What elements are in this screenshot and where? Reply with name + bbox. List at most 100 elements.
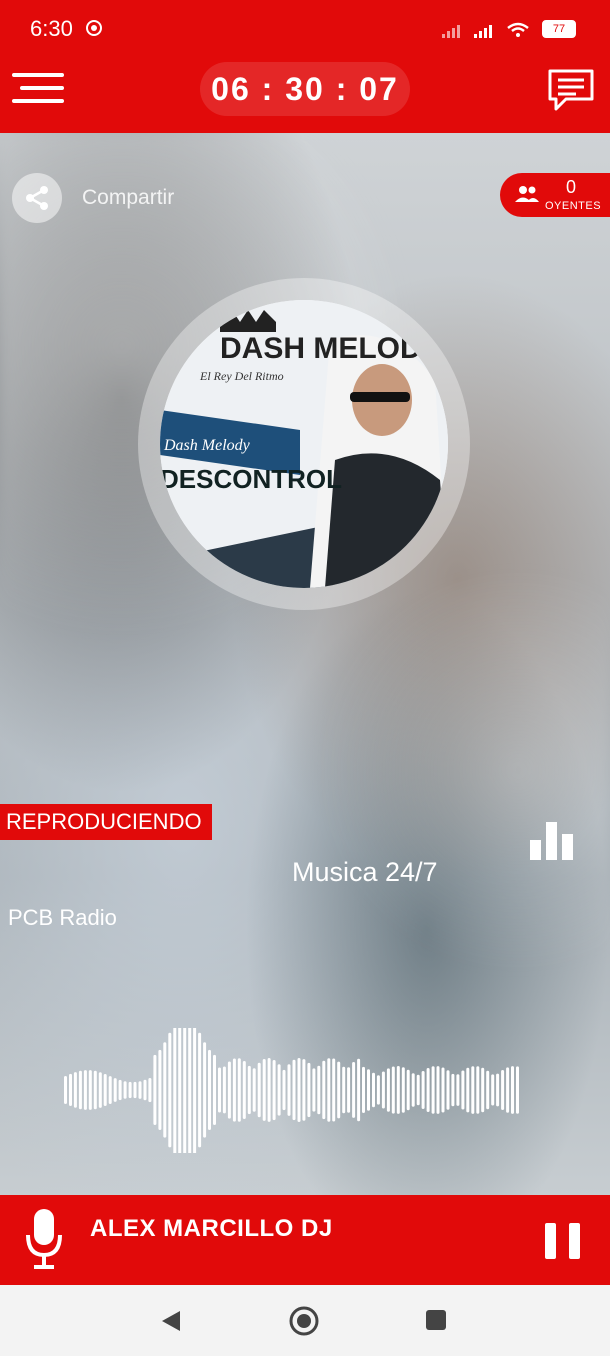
people-icon <box>515 186 539 202</box>
visualizer-bar <box>69 1073 72 1106</box>
visualizer-bar <box>302 1059 306 1121</box>
visualizer-bar <box>381 1071 385 1109</box>
visualizer-bar <box>113 1078 117 1102</box>
visualizer-bar <box>88 1070 92 1110</box>
album-title-text: DESCONTROL <box>160 464 342 494</box>
share-label: Compartir <box>82 186 175 209</box>
visualizer-bar <box>372 1072 375 1108</box>
visualizer-bar <box>98 1072 102 1108</box>
audio-visualizer <box>64 1028 519 1153</box>
album-tagline: El Rey Del Ritmo <box>199 369 284 383</box>
station-name: PCB Radio <box>8 905 117 930</box>
visualizer-bar <box>501 1070 505 1110</box>
back-icon[interactable] <box>160 1309 182 1333</box>
visualizer-bar <box>183 1028 187 1153</box>
visualizer-bar <box>213 1054 216 1125</box>
system-navigation-bar <box>0 1285 610 1356</box>
visualizer-bar <box>168 1032 172 1148</box>
dj-name: ALEX MARCILLO DJ <box>90 1215 333 1242</box>
visualizer-bar <box>406 1069 410 1111</box>
visualizer-bar <box>203 1042 207 1138</box>
visualizer-bar <box>411 1073 415 1107</box>
visualizer-bar <box>431 1066 435 1114</box>
share-button[interactable]: Compartir <box>12 173 174 223</box>
song-title: Musica 24/7 <box>292 857 438 887</box>
visualizer-bar <box>83 1070 87 1110</box>
visualizer-bar <box>486 1070 490 1110</box>
signal-icon <box>474 25 492 38</box>
visualizer-bar <box>133 1081 137 1099</box>
visualizer-bar <box>317 1065 321 1115</box>
visualizer-bar <box>103 1074 107 1106</box>
visualizer-bar <box>163 1042 167 1138</box>
visualizer-bar <box>456 1074 460 1106</box>
visualizer-bar <box>297 1058 301 1122</box>
visualizer-bar <box>426 1068 430 1112</box>
wifi-icon <box>507 22 529 37</box>
visualizer-bar <box>148 1078 152 1103</box>
visualizer-bar <box>178 1028 182 1153</box>
visualizer-bar <box>222 1066 226 1114</box>
visualizer-bar <box>421 1071 425 1109</box>
status-time: 6:30 <box>30 16 73 41</box>
visualizer-bar <box>496 1073 500 1107</box>
visualizer-bar <box>322 1060 326 1120</box>
visualizer-bar <box>232 1058 236 1122</box>
visualizer-bar <box>173 1028 177 1153</box>
visualizer-bar <box>441 1067 445 1113</box>
visualizer-bar <box>118 1079 122 1101</box>
visualizer-bar <box>337 1061 341 1119</box>
visualizer-bar <box>73 1072 77 1108</box>
visualizer-bar <box>332 1058 336 1122</box>
home-icon[interactable] <box>288 1305 320 1337</box>
visualizer-bar <box>401 1067 405 1113</box>
visualizer-bar <box>64 1076 67 1104</box>
visualizer-bar <box>446 1070 450 1110</box>
visualizer-bar <box>342 1066 346 1114</box>
visualizer-bar <box>198 1032 202 1148</box>
visualizer-bar <box>138 1081 142 1099</box>
album-artist-text: Dash Melody <box>163 437 251 454</box>
listeners-badge: 0 OYENTES <box>500 173 610 217</box>
visualizer-bar <box>376 1075 380 1105</box>
visualizer-bar <box>242 1061 246 1119</box>
album-art: DASH MELODY El Rey Del Ritmo Dash Melody… <box>160 300 448 588</box>
signal-icon <box>442 25 460 38</box>
visualizer-bar <box>123 1081 127 1099</box>
visualizer-bar <box>208 1049 211 1130</box>
equalizer-icon[interactable] <box>530 822 574 860</box>
player-bar: ALEX MARCILLO DJ <box>0 1195 610 1285</box>
visualizer-bar <box>461 1070 465 1110</box>
visualizer-bar <box>143 1079 147 1101</box>
visualizer-bar <box>352 1062 356 1118</box>
visualizer-bar <box>247 1065 251 1115</box>
visualizer-bar <box>391 1066 395 1114</box>
visualizer-bar <box>78 1070 82 1110</box>
chat-icon[interactable] <box>546 67 596 113</box>
visualizer-bar <box>227 1061 231 1119</box>
visualizer-bar <box>277 1064 281 1116</box>
hamburger-menu-icon[interactable] <box>12 73 64 113</box>
visualizer-bar <box>237 1058 241 1122</box>
recents-icon[interactable] <box>426 1310 446 1330</box>
visualizer-bar <box>262 1059 266 1121</box>
visualizer-bar <box>476 1066 480 1114</box>
pause-button[interactable] <box>545 1223 581 1259</box>
visualizer-bar <box>362 1066 365 1113</box>
visualizer-bar <box>292 1059 296 1121</box>
battery-indicator: 77 <box>542 20 576 38</box>
visualizer-bar <box>158 1049 162 1130</box>
visualizer-bar <box>386 1068 390 1112</box>
main-background: Compartir 0 OYENTES DASH MELODY El Rey D… <box>0 133 610 1195</box>
visualizer-bar <box>287 1064 291 1116</box>
visualizer-bar <box>272 1060 276 1121</box>
visualizer-bar <box>481 1067 485 1113</box>
visualizer-bar <box>436 1066 440 1114</box>
visualizer-bar <box>347 1067 351 1113</box>
visualizer-bar <box>327 1058 331 1122</box>
app-header: 06 : 30 : 07 <box>0 58 610 133</box>
now-playing-badge: REPRODUCIENDO <box>0 804 212 840</box>
listeners-label: OYENTES <box>545 200 602 212</box>
visualizer-bar <box>511 1066 514 1114</box>
signal-icons <box>442 22 530 38</box>
